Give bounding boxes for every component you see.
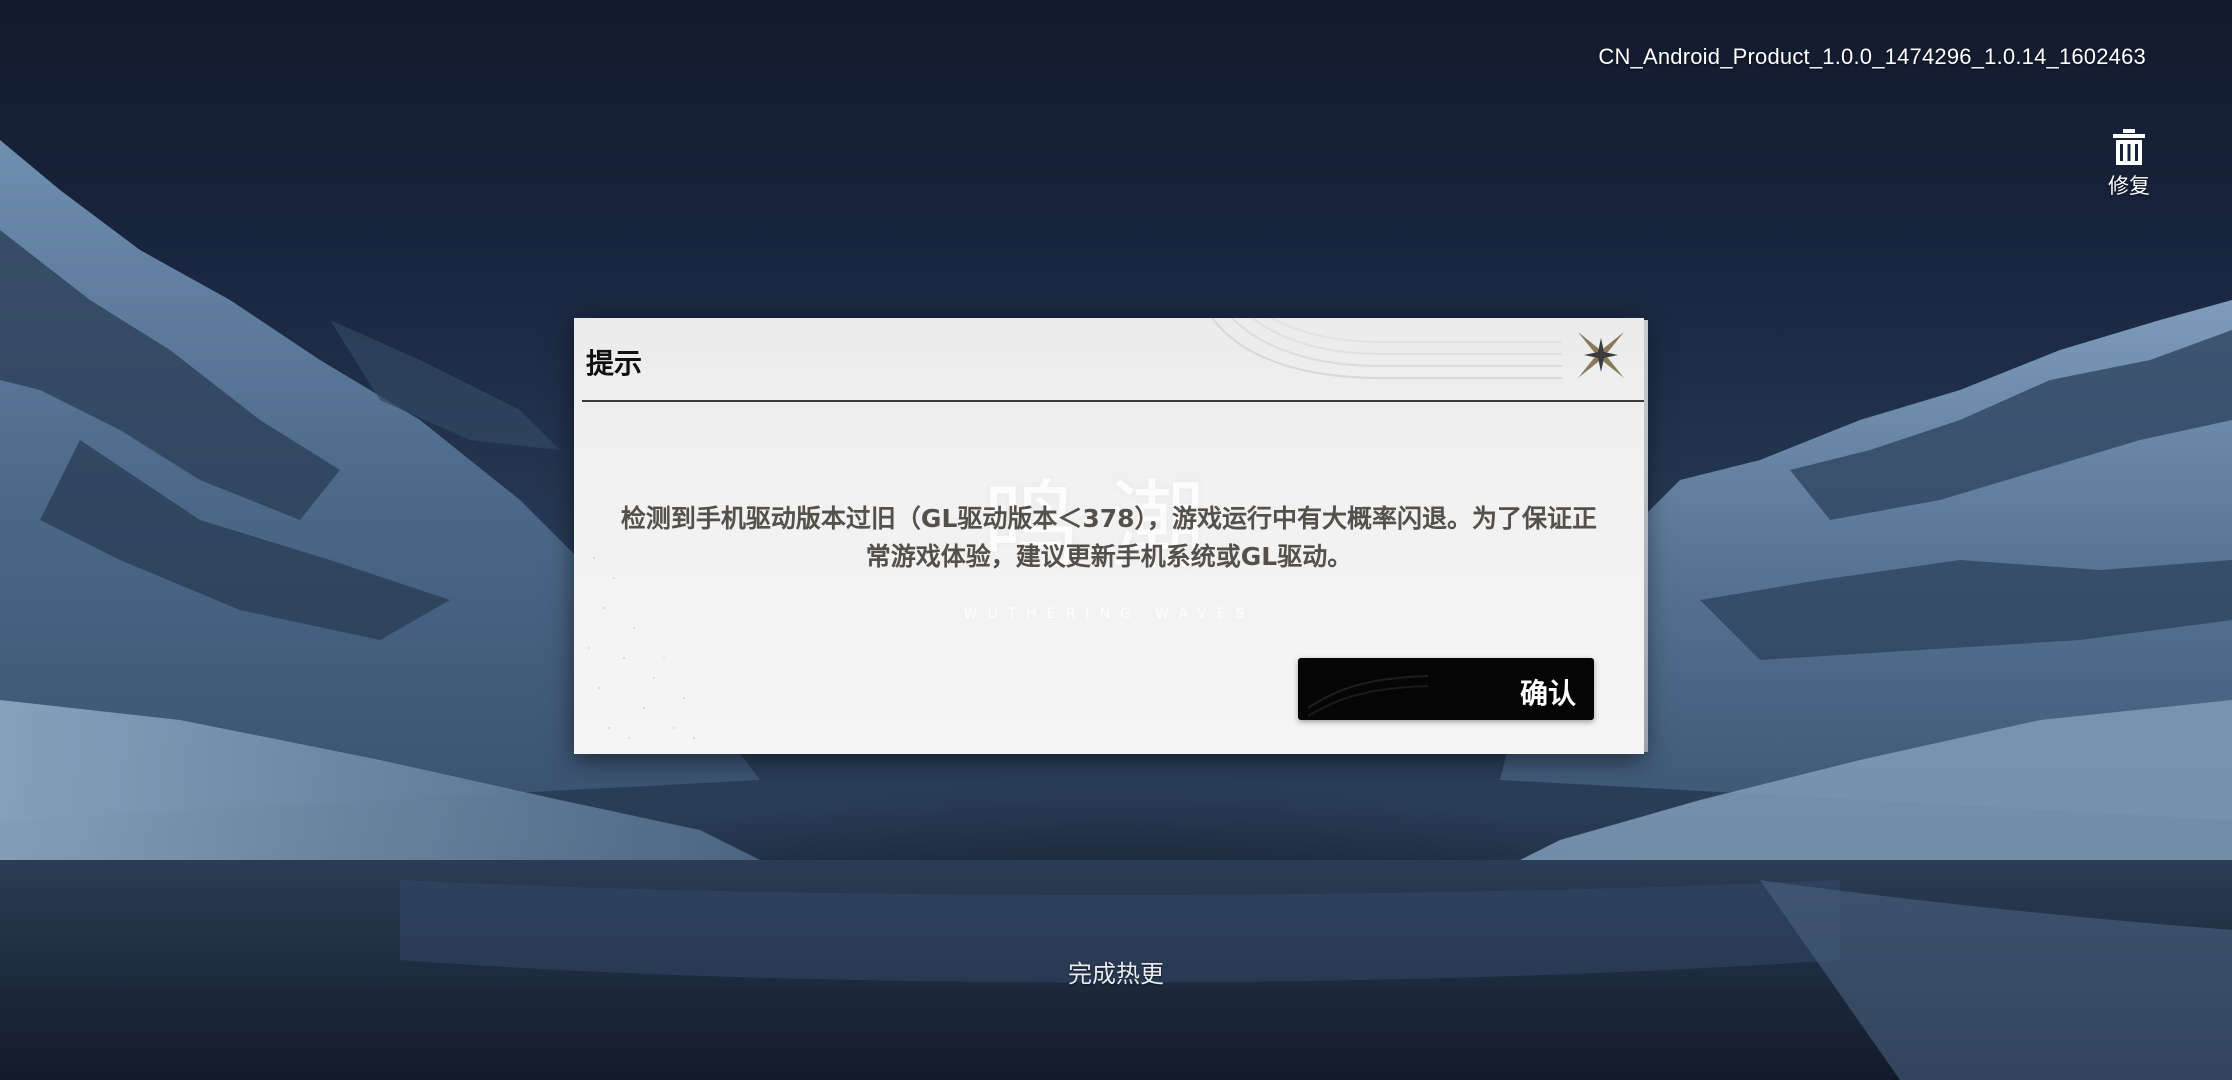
dialog-message: 检测到手机驱动版本过旧（GL驱动版本＜378），游戏运行中有大概率闪退。为了保证… xyxy=(620,504,1598,571)
close-x-icon xyxy=(1578,332,1624,378)
game-launcher-screen: CN_Android_Product_1.0.0_1474296_1.0.14_… xyxy=(0,0,2232,1080)
alert-dialog: 提示 鸣潮 WUTHERING WAVES 检测到手机驱动版本过旧（GL驱动版本… xyxy=(574,318,1648,754)
repair-label: 修复 xyxy=(2108,174,2150,198)
button-decoration xyxy=(1308,675,1428,717)
game-logo-watermark-subtitle: WUTHERING WAVES xyxy=(963,606,1255,622)
hot-update-status: 完成热更 xyxy=(1068,960,1164,988)
dialog-header: 提示 xyxy=(582,318,1644,402)
close-button[interactable] xyxy=(1574,328,1628,382)
confirm-label: 确认 xyxy=(1519,677,1576,710)
repair-button[interactable]: 修复 xyxy=(2100,128,2158,200)
confirm-button[interactable]: 确认 xyxy=(1298,658,1594,720)
header-decoration xyxy=(1211,318,1562,379)
trash-icon xyxy=(2113,129,2145,165)
version-string: CN_Android_Product_1.0.0_1474296_1.0.14_… xyxy=(1598,44,2146,69)
dialog-title: 提示 xyxy=(586,347,643,380)
